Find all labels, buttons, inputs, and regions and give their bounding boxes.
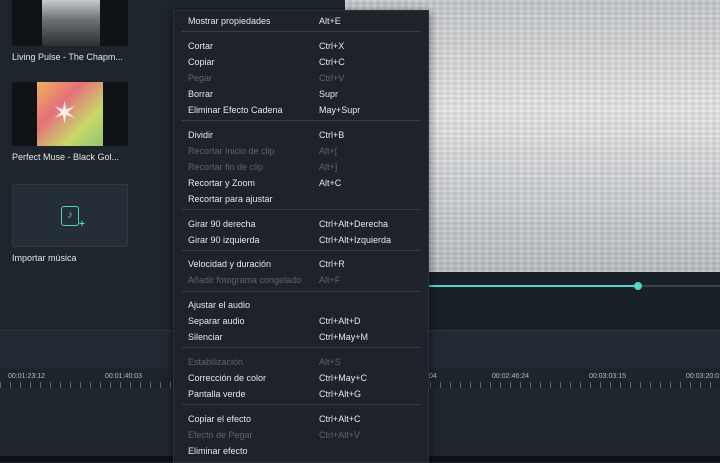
- menu-item-label: Corrección de color: [188, 372, 267, 383]
- menu-item-velocidad-y-duracion[interactable]: Velocidad y duración Ctrl+R: [174, 257, 428, 272]
- menu-item-label: Recortar y Zoom: [188, 177, 256, 188]
- media-item-perfect-muse[interactable]: ✶ Perfect Muse - Black Gol...: [12, 82, 128, 162]
- ruler-tick-label: 00:01:40:03: [105, 373, 142, 380]
- media-item-title: Perfect Muse - Black Gol...: [12, 152, 120, 162]
- menu-separator: [182, 31, 420, 33]
- menu-item-label: Mostrar propiedades: [188, 16, 271, 26]
- menu-item-label: Pegar: [188, 72, 213, 83]
- menu-item-shortcut: Alt+C: [319, 177, 342, 188]
- import-music-button[interactable]: ♪ + Importar música: [12, 184, 128, 263]
- menu-item-shortcut: Ctrl+Alt+C: [319, 413, 361, 424]
- menu-item-label: Velocidad y duración: [188, 259, 272, 270]
- menu-item-label: Girar 90 derecha: [188, 218, 256, 229]
- ruler-tick-label: 00:03:03:15: [589, 373, 626, 380]
- menu-item-recortar-y-zoom[interactable]: Recortar y Zoom Alt+C: [174, 176, 428, 191]
- menu-item-eliminar-efecto[interactable]: Eliminar efecto: [174, 444, 428, 459]
- menu-item-label: Recortar para ajustar: [188, 194, 273, 204]
- menu-item-shortcut: Ctrl+Alt+V: [319, 429, 361, 440]
- music-note-plus-icon: ♪: [61, 206, 79, 226]
- menu-item-label: Recortar Inicio de clip: [188, 145, 275, 156]
- menu-item-shortcut: Ctrl+C: [319, 56, 345, 67]
- menu-item-label: Eliminar Efecto Cadena: [188, 105, 283, 115]
- menu-separator: [182, 290, 420, 292]
- menu-item-label: Copiar el efecto: [188, 413, 252, 424]
- menu-separator: [182, 120, 420, 122]
- menu-item-shortcut: Ctrl+Alt+Izquierda: [319, 234, 392, 245]
- menu-item-label: Girar 90 izquierda: [188, 234, 260, 245]
- menu-item-girar-90-derecha[interactable]: Girar 90 derecha Ctrl+Alt+Derecha: [174, 217, 428, 232]
- menu-item-label: Silenciar: [188, 332, 223, 343]
- ruler-tick-label: 00:03:20:0: [686, 373, 720, 380]
- menu-item-label: Efecto de Pegar: [188, 429, 253, 440]
- menu-item-shortcut: Alt+[: [319, 145, 338, 156]
- playhead-knob[interactable]: [633, 282, 642, 290]
- media-item-title: Living Pulse - The Chapm...: [12, 52, 123, 62]
- menu-item-shortcut: May+Supr: [319, 105, 361, 115]
- menu-item-pantalla-verde[interactable]: Pantalla verde Ctrl+Alt+G: [174, 387, 428, 402]
- menu-item-shortcut: Ctrl+R: [319, 259, 345, 270]
- menu-item-eliminar-efecto-cadena[interactable]: Eliminar Efecto Cadena May+Supr: [174, 103, 428, 118]
- menu-item-label: Dividir: [188, 129, 214, 140]
- menu-item-recortar-inicio-de-clip: Recortar Inicio de clip Alt+[: [174, 144, 428, 159]
- menu-item-label: Estabilización: [188, 356, 244, 367]
- menu-item-separar-audio[interactable]: Separar audio Ctrl+Alt+D: [174, 314, 428, 329]
- menu-item-copiar[interactable]: Copiar Ctrl+C: [174, 55, 428, 70]
- menu-item-silenciar[interactable]: Silenciar Ctrl+May+M: [174, 330, 428, 345]
- menu-item-shortcut: Ctrl+X: [319, 40, 345, 51]
- menu-item-label: Eliminar efecto: [188, 445, 248, 456]
- menu-item-label: Copiar: [188, 56, 215, 67]
- menu-item-anadir-fotograma-congelado: Añadir fotograma congelado Alt+F: [174, 273, 428, 288]
- ruler-tick-label: 00:02:46:24: [492, 373, 529, 380]
- menu-item-correccion-de-color[interactable]: Corrección de color Ctrl+May+C: [174, 371, 428, 386]
- menu-separator: [182, 209, 420, 211]
- menu-item-borrar[interactable]: Borrar Supr: [174, 87, 428, 102]
- menu-item-estabilizacion: Estabilización Alt+S: [174, 355, 428, 370]
- menu-item-pegar: Pegar Ctrl+V: [174, 71, 428, 86]
- menu-item-label: Pantalla verde: [188, 389, 246, 399]
- menu-item-shortcut: Supr: [319, 88, 339, 99]
- media-item-living-pulse[interactable]: Living Pulse - The Chapm...: [12, 0, 128, 62]
- import-music-tile[interactable]: ♪ +: [12, 184, 128, 247]
- menu-item-cortar[interactable]: Cortar Ctrl+X: [174, 39, 428, 54]
- menu-item-mostrar-propiedades[interactable]: Mostrar propiedades Alt+E: [174, 14, 428, 29]
- menu-item-shortcut: Ctrl+B: [319, 129, 345, 140]
- media-thumbnail: ✶: [12, 82, 128, 146]
- menu-item-shortcut: Alt+E: [319, 16, 341, 26]
- menu-item-shortcut: Alt+]: [319, 161, 338, 172]
- menu-separator: [182, 249, 420, 251]
- menu-item-recortar-para-ajustar[interactable]: Recortar para ajustar: [174, 192, 428, 207]
- menu-item-efecto-de-pegar: Efecto de Pegar Ctrl+Alt+V: [174, 428, 428, 443]
- menu-item-label: Separar audio: [188, 316, 245, 327]
- menu-item-label: Añadir fotograma congelado: [188, 275, 302, 286]
- menu-item-girar-90-izquierda[interactable]: Girar 90 izquierda Ctrl+Alt+Izquierda: [174, 233, 428, 248]
- menu-item-shortcut: Ctrl+Alt+Derecha: [319, 218, 389, 229]
- media-thumbnail: [12, 0, 128, 46]
- menu-item-shortcut: Ctrl+V: [319, 72, 345, 83]
- menu-separator: [182, 404, 420, 406]
- menu-item-ajustar-el-audio[interactable]: Ajustar el audio: [174, 298, 428, 313]
- menu-item-copiar-el-efecto[interactable]: Copiar el efecto Ctrl+Alt+C: [174, 412, 428, 427]
- menu-item-label: Recortar fin de clip: [188, 161, 264, 172]
- ruler-tick-label: 04: [429, 373, 437, 380]
- menu-item-shortcut: Ctrl+Alt+G: [319, 389, 362, 399]
- menu-item-shortcut: Alt+S: [319, 356, 341, 367]
- menu-item-label: Ajustar el audio: [188, 300, 251, 310]
- menu-item-label: Borrar: [188, 88, 214, 99]
- menu-item-label: Cortar: [188, 40, 214, 51]
- ruler-tick-label: 00:01:23:12: [8, 373, 45, 380]
- menu-item-shortcut: Ctrl+Alt+D: [319, 316, 361, 327]
- menu-item-recortar-fin-de-clip: Recortar fin de clip Alt+]: [174, 160, 428, 175]
- menu-item-shortcut: Ctrl+May+C: [319, 372, 368, 383]
- menu-item-shortcut: Alt+F: [319, 275, 341, 286]
- clip-context-menu: Mostrar propiedades Alt+E Cortar Ctrl+X Copi…: [173, 10, 429, 463]
- import-music-label: Importar música: [12, 253, 77, 263]
- menu-separator: [182, 347, 420, 349]
- menu-item-dividir[interactable]: Dividir Ctrl+B: [174, 128, 428, 143]
- plus-icon: +: [79, 219, 85, 230]
- menu-item-shortcut: Ctrl+May+M: [319, 332, 369, 343]
